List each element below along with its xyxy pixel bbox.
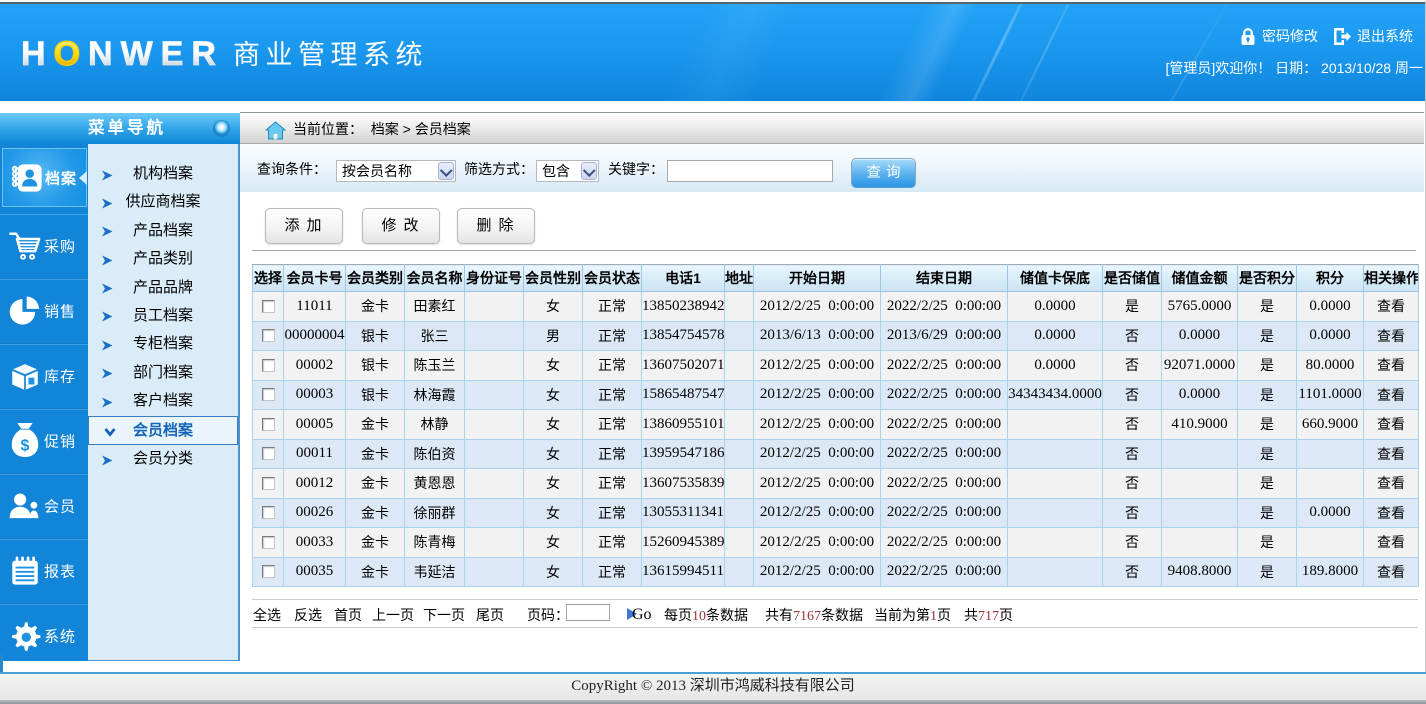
svg-text:$: $: [21, 436, 30, 454]
